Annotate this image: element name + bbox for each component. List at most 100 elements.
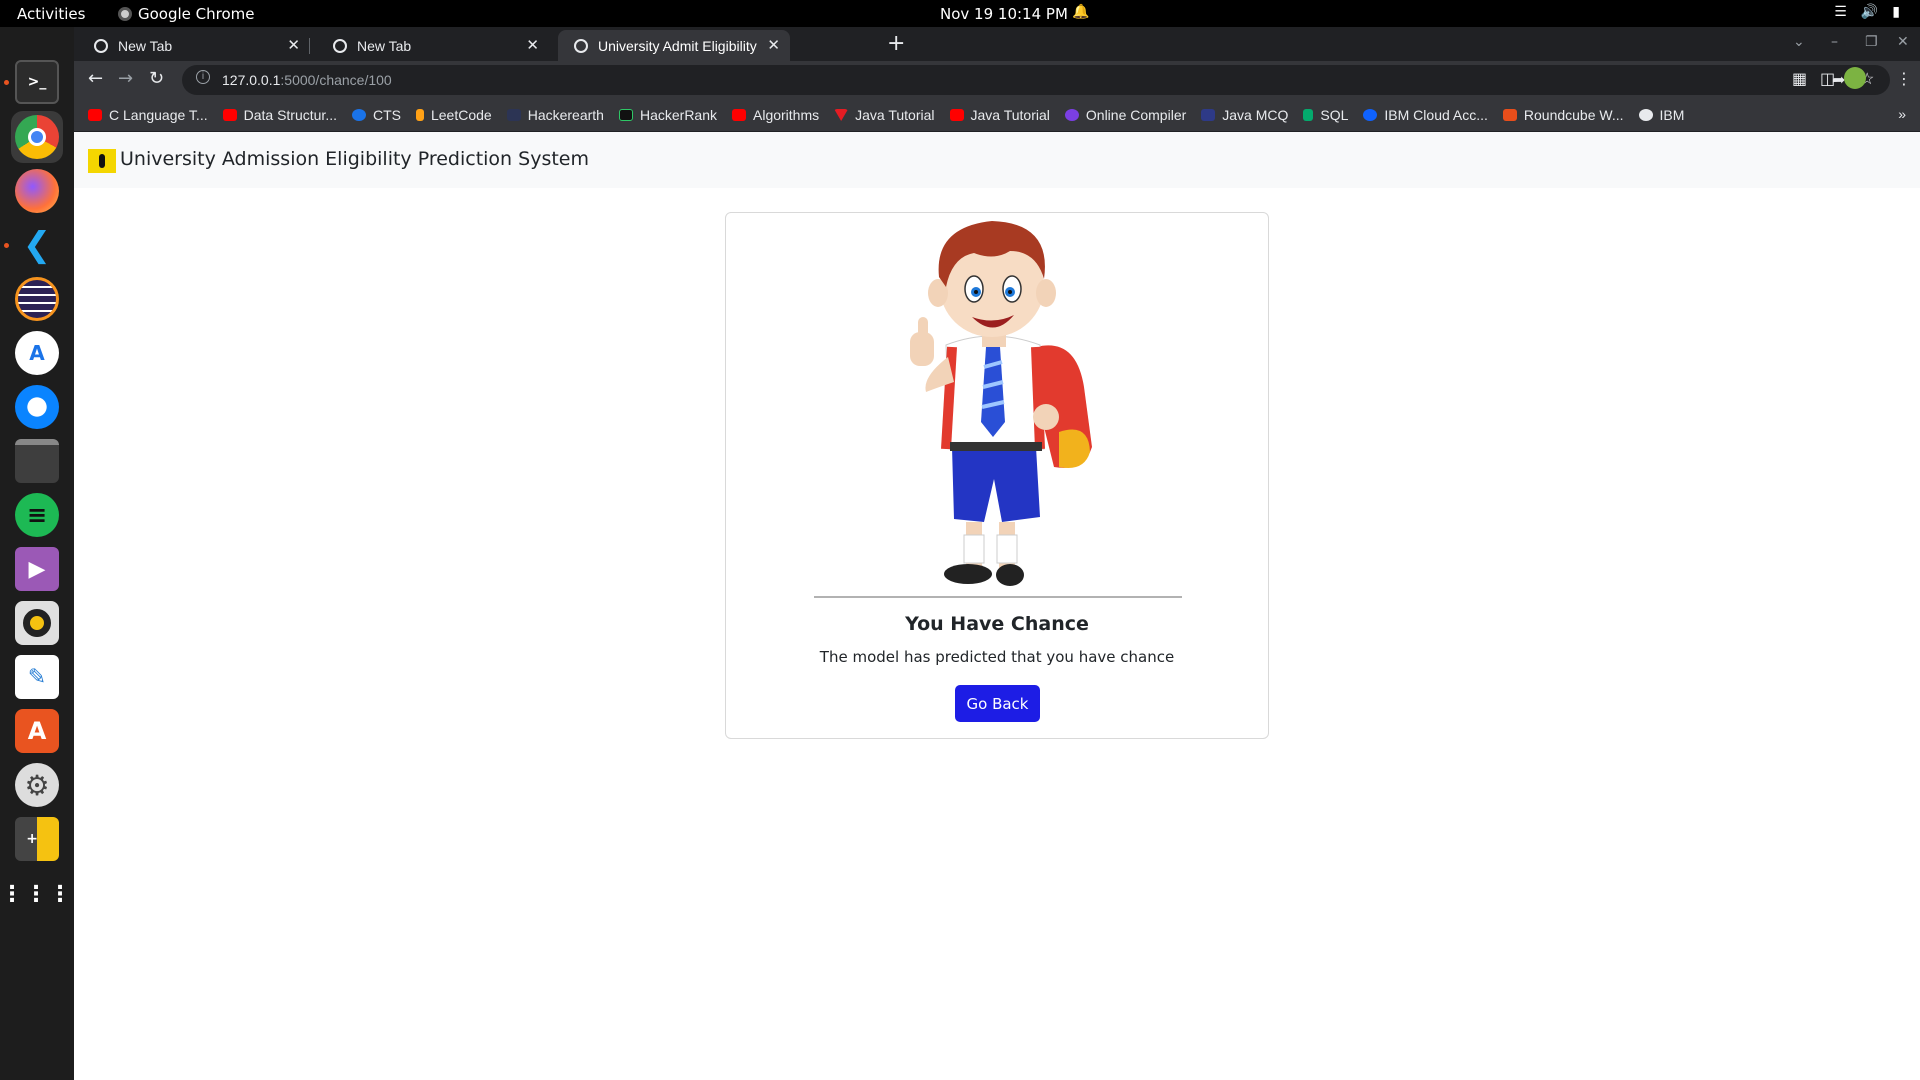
- site-info-icon[interactable]: i: [196, 70, 210, 84]
- hackerearth-icon: [506, 109, 521, 121]
- thunderbird-icon: [15, 385, 59, 429]
- bookmark-item[interactable]: Roundcube W...: [1502, 107, 1624, 123]
- menu-kebab-icon[interactable]: ⋮: [1896, 69, 1912, 88]
- youtube-icon: [732, 109, 746, 121]
- result-text: The model has predicted that you have ch…: [819, 648, 1175, 666]
- dock-show-apps[interactable]: ⋮⋮⋮: [1, 869, 73, 921]
- youtube-icon: [222, 109, 237, 121]
- tab-new-tab-1[interactable]: New Tab ✕: [78, 30, 310, 61]
- close-icon[interactable]: ✕: [526, 36, 539, 54]
- calculator-icon: +: [15, 817, 59, 861]
- bookmark-item[interactable]: SQL: [1303, 107, 1348, 123]
- android-studio-icon: A: [15, 331, 59, 375]
- running-indicator: [4, 80, 9, 85]
- bookmarks-overflow-chevron-icon[interactable]: »: [1898, 106, 1906, 122]
- dock-app-center[interactable]: A: [11, 705, 63, 757]
- bookmark-item[interactable]: LeetCode: [415, 107, 492, 123]
- tab-title: New Tab: [118, 37, 173, 54]
- dock-rhythmbox[interactable]: [11, 597, 63, 649]
- dock-thunderbird[interactable]: [11, 381, 63, 433]
- bookmark-item[interactable]: IBM: [1638, 107, 1684, 123]
- dock: >_ ❮ A ≡ ▶ ✎ A ⚙ + ⋮⋮⋮: [0, 27, 74, 1080]
- bookmark-item[interactable]: Java MCQ: [1201, 107, 1288, 123]
- bookmark-item[interactable]: IBM Cloud Acc...: [1363, 107, 1488, 123]
- settings-gear-icon: ⚙: [15, 763, 59, 807]
- bookmark-item[interactable]: Hackerearth: [506, 107, 604, 123]
- minimize-icon[interactable]: –: [1831, 34, 1838, 50]
- dock-vscode[interactable]: ❮: [4, 219, 63, 271]
- system-tray[interactable]: ☰ 🔊 ▮: [1834, 4, 1900, 20]
- tab-university-admit[interactable]: University Admit Eligibility ✕: [558, 30, 790, 61]
- close-icon[interactable]: ✕: [767, 36, 780, 54]
- bookmark-item[interactable]: Online Compiler: [1064, 107, 1186, 123]
- clock[interactable]: Nov 19 10:14 PM: [940, 5, 1068, 23]
- tab-new-tab-2[interactable]: New Tab ✕: [317, 30, 549, 61]
- ibm-cloud-icon: [1363, 109, 1378, 121]
- dock-terminal[interactable]: >_: [4, 56, 63, 108]
- tab-title: New Tab: [357, 37, 412, 54]
- app-center-icon: A: [15, 709, 59, 753]
- reload-icon[interactable]: ↻: [149, 68, 164, 89]
- text-editor-icon: ✎: [15, 655, 59, 699]
- address-bar[interactable]: i 127.0.0.1:5000/chance/100 ➦ ☆: [182, 65, 1890, 95]
- app-name: Google Chrome: [138, 5, 255, 23]
- dock-text-editor[interactable]: ✎: [11, 651, 63, 703]
- dock-chrome[interactable]: [11, 111, 63, 163]
- activities-button[interactable]: Activities: [17, 5, 85, 23]
- go-back-button[interactable]: Go Back: [955, 685, 1040, 722]
- dock-settings[interactable]: ⚙: [11, 759, 63, 811]
- dock-media-player[interactable]: ▶: [11, 543, 63, 595]
- tab-search-chevron-icon[interactable]: ⌄: [1793, 34, 1805, 50]
- forward-arrow-icon[interactable]: →: [118, 68, 133, 89]
- battery-icon: ▮: [1892, 4, 1900, 20]
- running-indicator: [4, 243, 9, 248]
- bookmark-item[interactable]: HackerRank: [618, 107, 717, 123]
- system-top-bar: Activities Google Chrome Nov 19 10:14 PM…: [0, 0, 1920, 27]
- app-menu[interactable]: Google Chrome: [118, 5, 255, 23]
- dock-calculator[interactable]: +: [11, 813, 63, 865]
- notification-bell-icon[interactable]: 🔔: [1072, 4, 1089, 20]
- dock-spotify[interactable]: ≡: [11, 489, 63, 541]
- spotify-icon: ≡: [15, 493, 59, 537]
- chrome-icon: [118, 7, 132, 21]
- youtube-icon: [949, 109, 964, 121]
- tab-separator: [309, 38, 310, 54]
- rhythmbox-icon: [15, 601, 59, 645]
- chrome-icon: [15, 115, 59, 159]
- dock-files[interactable]: [11, 435, 63, 487]
- back-arrow-icon[interactable]: ←: [88, 68, 103, 89]
- tab-strip: New Tab ✕ New Tab ✕ University Admit Eli…: [74, 27, 1920, 61]
- window-close-icon[interactable]: ✕: [1897, 34, 1909, 50]
- site-navbar: University Admission Eligibility Predict…: [74, 132, 1920, 188]
- bookmark-item[interactable]: Data Structur...: [222, 107, 337, 123]
- url-text[interactable]: 127.0.0.1:5000/chance/100: [222, 72, 392, 88]
- leetcode-icon: [415, 109, 424, 121]
- wifi-icon: ☰: [1834, 4, 1847, 20]
- dock-android-studio[interactable]: A: [11, 327, 63, 379]
- bookmark-item[interactable]: Java Tutorial: [834, 107, 935, 123]
- dock-firefox[interactable]: [11, 165, 63, 217]
- navbar-brand[interactable]: University Admission Eligibility Predict…: [120, 148, 589, 170]
- restore-icon[interactable]: ❐: [1865, 34, 1878, 50]
- terminal-icon: >_: [15, 60, 59, 104]
- bookmark-item[interactable]: CTS: [351, 107, 401, 123]
- result-card: You Have Chance The model has predicted …: [725, 212, 1269, 739]
- profile-avatar[interactable]: [1844, 67, 1866, 89]
- extensions-puzzle-icon[interactable]: ▦: [1792, 69, 1807, 88]
- chrome-favicon-icon: [94, 38, 108, 53]
- youtube-icon: [88, 109, 102, 121]
- volume-icon: 🔊: [1860, 4, 1879, 20]
- brand-logo-icon[interactable]: [88, 149, 116, 173]
- close-icon[interactable]: ✕: [287, 36, 300, 54]
- bookmark-item[interactable]: Algorithms: [732, 107, 819, 123]
- vscode-icon: ❮: [22, 225, 52, 265]
- show-apps-grid-icon: ⋮⋮⋮: [1, 882, 73, 907]
- student-thumbs-up-illustration: [814, 217, 1182, 599]
- bookmark-item[interactable]: C Language T...: [88, 107, 208, 123]
- bookmark-item[interactable]: Java Tutorial: [949, 107, 1050, 123]
- roundcube-icon: [1502, 109, 1517, 121]
- javatpoint-icon: [834, 109, 849, 121]
- side-panel-icon[interactable]: ◫: [1820, 69, 1835, 88]
- dock-eclipse[interactable]: [11, 273, 63, 325]
- new-tab-plus-icon[interactable]: +: [887, 31, 905, 56]
